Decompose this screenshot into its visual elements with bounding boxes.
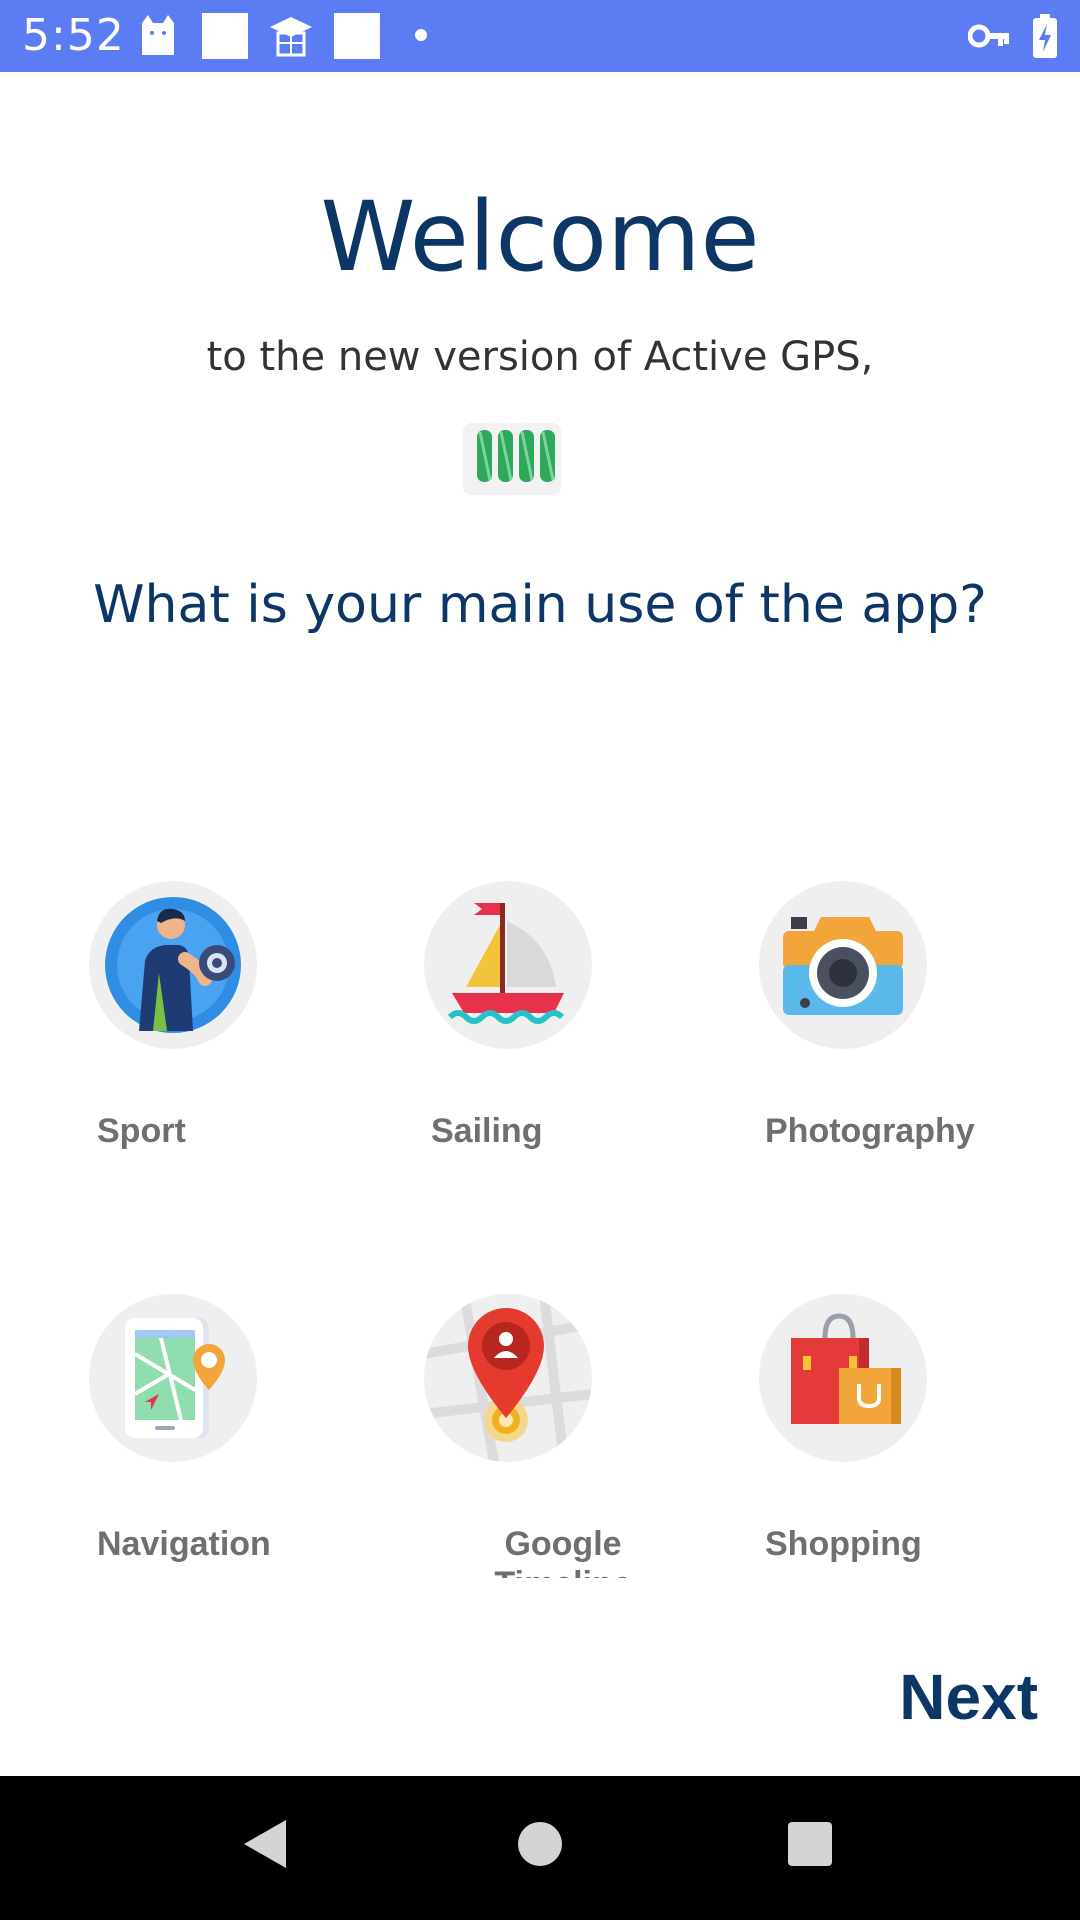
recents-icon[interactable]: [786, 1816, 834, 1877]
location-pin-icon: [424, 1294, 592, 1462]
back-icon[interactable]: [240, 1816, 290, 1877]
next-button[interactable]: Next: [899, 1660, 1038, 1734]
status-time: 5:52: [22, 10, 125, 61]
white-square-icon: [334, 13, 380, 64]
camera-icon: [759, 881, 927, 1049]
sport-dumbbell-icon: [89, 881, 257, 1049]
option-label: Navigation: [97, 1525, 271, 1563]
battery-charging-icon: [1032, 14, 1058, 63]
dot-icon: [414, 28, 428, 47]
option-label: Sailing: [431, 1112, 543, 1150]
option-navigation[interactable]: Navigation: [89, 1294, 389, 1594]
option-label: Sport: [97, 1112, 186, 1150]
map-phone-icon: [89, 1294, 257, 1462]
option-sailing[interactable]: Sailing: [424, 881, 724, 1181]
home-icon[interactable]: [517, 1816, 563, 1877]
main-use-question: What is your main use of the app?: [93, 575, 987, 635]
white-square-icon: [202, 13, 248, 64]
welcome-title: Welcome: [320, 181, 760, 293]
option-label: Google Timeline: [494, 1525, 631, 1578]
option-photography[interactable]: Photography: [759, 881, 1059, 1181]
option-label: Photography: [765, 1112, 975, 1150]
sailboat-icon: [424, 881, 592, 1049]
option-shopping[interactable]: Shopping: [759, 1294, 1059, 1594]
screen: 5:52 Welcome to the new version of Activ…: [0, 0, 1080, 1920]
status-bar: 5:52: [0, 0, 1080, 72]
vpn-key-icon: [967, 22, 1010, 55]
option-google-timeline[interactable]: Google Timeline: [424, 1294, 724, 1594]
option-sport[interactable]: Sport: [89, 881, 389, 1181]
cat-notification-icon: [136, 13, 180, 62]
shopping-bags-icon: [759, 1294, 927, 1462]
option-label: Shopping: [765, 1525, 922, 1563]
welcome-subtitle: to the new version of Active GPS,: [206, 334, 874, 380]
graduation-cap-icon: [268, 13, 314, 64]
system-navigation-bar: [0, 1776, 1080, 1920]
active-gps-logo: [460, 420, 566, 498]
